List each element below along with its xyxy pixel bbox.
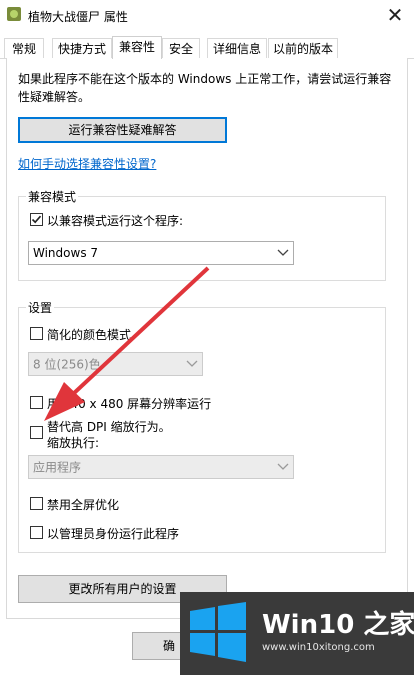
tab-bar: 常规 快捷方式 兼容性 安全 详细信息 以前的版本	[0, 36, 414, 59]
resolution-label: 用 640 x 480 屏幕分辨率运行	[47, 397, 212, 411]
watermark-url: www.win10xitong.com	[262, 642, 375, 653]
close-icon[interactable]: ✕	[382, 2, 408, 28]
tab-security[interactable]: 安全	[162, 38, 200, 58]
windows-logo-icon	[190, 602, 246, 662]
chevron-down-icon	[277, 463, 289, 470]
compat-intro-text: 如果此程序不能在这个版本的 Windows 上正常工作，请尝试运行兼容性疑难解答…	[18, 72, 392, 104]
dpi-override-label: 替代高 DPI 缩放行为。	[47, 420, 171, 434]
tab-shortcut[interactable]: 快捷方式	[52, 38, 112, 58]
tab-details[interactable]: 详细信息	[207, 38, 267, 58]
color-depth-select[interactable]: 8 位(256)色	[28, 352, 203, 376]
tab-compatibility[interactable]: 兼容性	[112, 36, 162, 59]
run-as-admin-checkbox[interactable]	[30, 526, 43, 539]
reduced-color-label: 简化的颜色模式	[47, 328, 132, 342]
troubleshoot-button[interactable]: 运行兼容性疑难解答	[18, 117, 227, 143]
settings-group-title: 设置	[26, 299, 55, 316]
manual-settings-link[interactable]: 如何手动选择兼容性设置?	[18, 155, 156, 172]
watermark-brand: Win10 之家	[262, 610, 414, 640]
dpi-override-checkbox[interactable]	[30, 426, 43, 439]
compat-mode-group	[18, 196, 386, 281]
chevron-down-icon	[277, 249, 289, 256]
reduced-color-checkbox[interactable]	[30, 327, 43, 340]
chevron-down-icon	[186, 360, 198, 367]
tab-previous-versions[interactable]: 以前的版本	[268, 38, 338, 58]
run-in-compat-mode-checkbox[interactable]	[30, 213, 43, 226]
win10-watermark-logo: Win10 之家 www.win10xitong.com	[180, 592, 414, 675]
title-bar: 植物大战僵尸 属性 ✕	[0, 0, 414, 32]
dpi-scaling-sub-label: 缩放执行:	[47, 436, 100, 450]
compat-mode-group-title: 兼容模式	[26, 188, 79, 205]
app-icon	[7, 7, 21, 21]
checkmark-icon	[31, 215, 42, 224]
tab-general[interactable]: 常规	[4, 38, 44, 58]
os-version-select[interactable]: Windows 7	[28, 241, 294, 265]
window-title: 植物大战僵尸 属性	[28, 10, 128, 24]
os-version-value: Windows 7	[33, 246, 99, 260]
dpi-scaling-select[interactable]: 应用程序	[28, 455, 294, 479]
run-in-compat-mode-label: 以兼容模式运行这个程序:	[47, 214, 184, 228]
disable-fullscreen-opt-checkbox[interactable]	[30, 497, 43, 510]
disable-fullscreen-opt-label: 禁用全屏优化	[47, 498, 120, 512]
resolution-checkbox[interactable]	[30, 396, 43, 409]
dpi-scaling-value: 应用程序	[33, 460, 82, 475]
color-depth-value: 8 位(256)色	[33, 357, 101, 372]
run-as-admin-label: 以管理员身份运行此程序	[47, 527, 180, 541]
